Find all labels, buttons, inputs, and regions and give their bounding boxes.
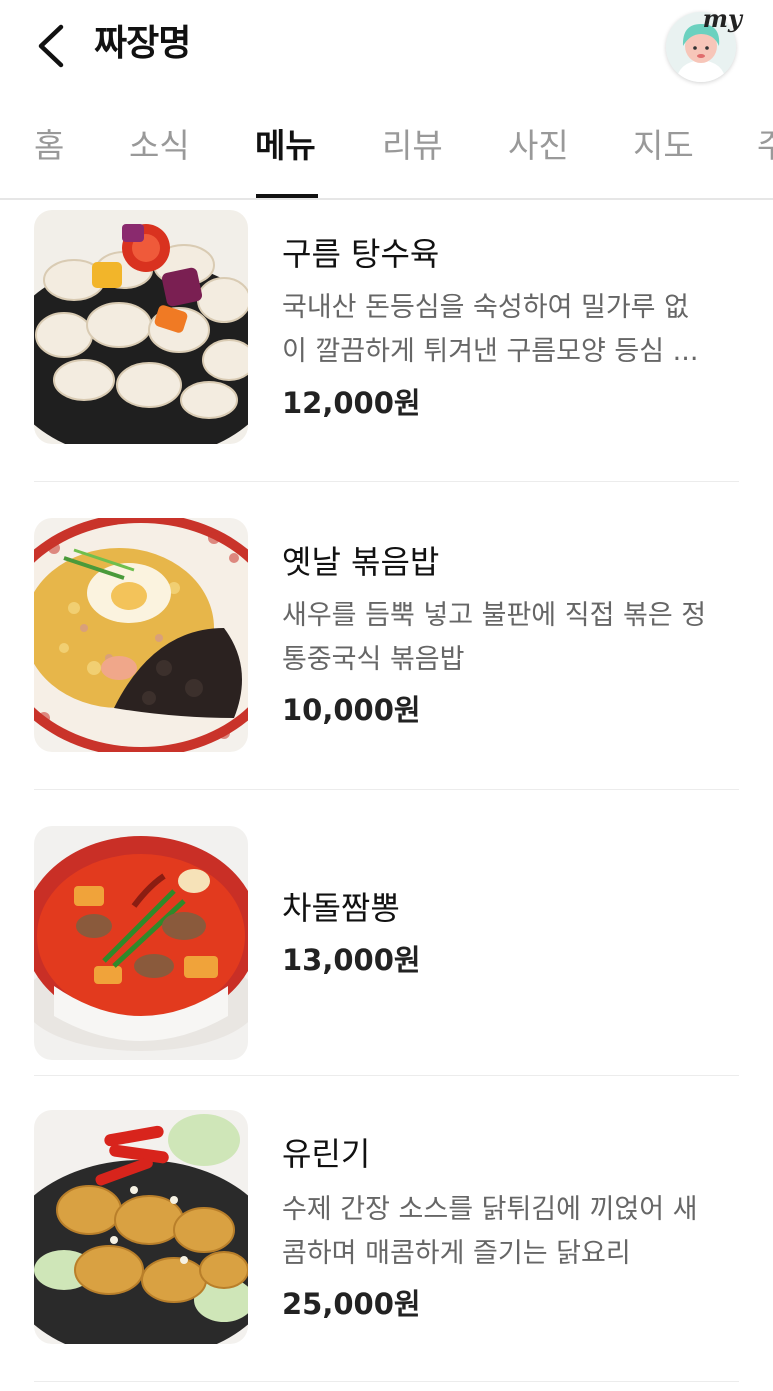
menu-item[interactable]: 유린기 수제 간장 소스를 닭튀김에 끼얹어 새 콤하며 매콤하게 즐기는 닭요… — [34, 1076, 739, 1382]
tab-home[interactable]: 홈 — [34, 126, 64, 166]
menu-item-image — [34, 210, 248, 444]
menu-item-description: 수제 간장 소스를 닭튀김에 끼얹어 새 콤하며 매콤하게 즐기는 닭요리 — [282, 1188, 740, 1276]
fried-rice-photo — [34, 518, 248, 752]
menu-item-price: 25,000원 — [282, 1287, 421, 1321]
menu-item-image — [34, 518, 248, 752]
chevron-left-icon — [38, 24, 64, 68]
menu-item-image — [34, 1110, 248, 1344]
active-tab-indicator — [256, 194, 318, 198]
description-line: 새우를 듬뿍 넣고 불판에 직접 볶은 정 — [282, 600, 707, 631]
back-button[interactable] — [24, 20, 76, 72]
menu-item-price: 12,000원 — [282, 386, 421, 420]
description-line: 콤하며 매콤하게 즐기는 닭요리 — [282, 1238, 631, 1269]
menu-item-name: 구름 탕수육 — [282, 235, 440, 273]
menu-item-image — [34, 826, 248, 1060]
menu-item-description: 새우를 듬뿍 넣고 불판에 직접 볶은 정 통중국식 볶음밥 — [282, 594, 740, 682]
menu-item-name: 유린기 — [282, 1135, 371, 1173]
description-line: 국내산 돈등심을 숙성하여 밀가루 없 — [282, 292, 689, 323]
menu-item-price: 13,000원 — [282, 943, 421, 977]
tab-reviews[interactable]: 리뷰 — [382, 126, 443, 166]
description-line: 수제 간장 소스를 닭튀김에 끼얹어 새 — [282, 1194, 698, 1225]
menu-item[interactable]: 구름 탕수육 국내산 돈등심을 숙성하여 밀가루 없 이 깔끔하게 튀겨낸 구름… — [34, 202, 739, 482]
menu-item[interactable]: 옛날 볶음밥 새우를 듬뿍 넣고 불판에 직접 볶은 정 통중국식 볶음밥 10… — [34, 482, 739, 790]
tab-more[interactable]: 주 — [757, 126, 773, 166]
tab-photos[interactable]: 사진 — [508, 126, 569, 166]
menu-item[interactable]: 차돌짬뽕 13,000원 — [34, 790, 739, 1076]
menu-item-description: 국내산 돈등심을 숙성하여 밀가루 없 이 깔끔하게 튀겨낸 구름모양 등심 .… — [282, 286, 740, 374]
jjamppong-photo — [34, 826, 248, 1060]
page-title: 짜장명 — [94, 23, 191, 64]
tab-menu[interactable]: 메뉴 — [255, 126, 316, 166]
description-line: 통중국식 볶음밥 — [282, 644, 465, 675]
menu-item-price: 10,000원 — [282, 693, 421, 727]
menu-item-name: 옛날 볶음밥 — [282, 543, 440, 581]
tab-news[interactable]: 소식 — [129, 126, 190, 166]
tab-map[interactable]: 지도 — [633, 126, 694, 166]
my-profile-button[interactable]: my — [664, 4, 742, 86]
app-header: 짜장명 my — [0, 0, 773, 96]
menu-item-name: 차돌짬뽕 — [282, 889, 400, 927]
tab-bar: 홈 소식 메뉴 리뷰 사진 지도 주 — [0, 96, 773, 200]
my-label: my — [702, 4, 742, 33]
description-line: 이 깔끔하게 튀겨낸 구름모양 등심 ... — [282, 336, 699, 367]
sweet-sour-pork-photo — [34, 210, 248, 444]
menu-list: 구름 탕수육 국내산 돈등심을 숙성하여 밀가루 없 이 깔끔하게 튀겨낸 구름… — [0, 202, 773, 1391]
yuringi-photo — [34, 1110, 248, 1344]
